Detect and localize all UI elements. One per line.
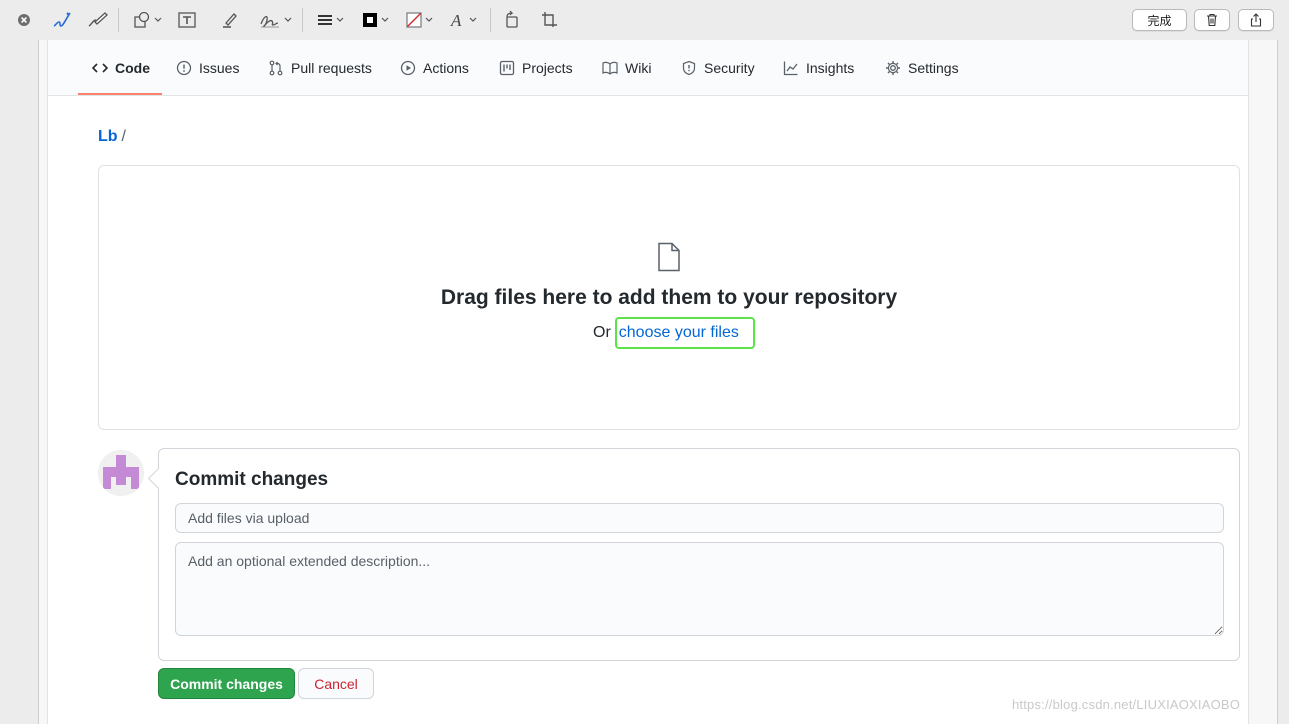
- crop-icon[interactable]: [540, 8, 558, 32]
- done-button[interactable]: 完成: [1132, 9, 1187, 31]
- book-icon: [602, 61, 618, 75]
- or-text: Or: [593, 324, 611, 341]
- selected-tab-indicator: [78, 93, 162, 95]
- highlight-icon[interactable]: [220, 8, 240, 32]
- tab-label: Insights: [806, 60, 855, 76]
- trash-button[interactable]: [1194, 9, 1230, 31]
- tab-label: Wiki: [625, 60, 652, 76]
- code-icon: [92, 63, 108, 73]
- repo-nav: Code Issues Pull requests Actions Projec…: [48, 40, 1248, 96]
- tab-insights[interactable]: Insights: [783, 40, 854, 96]
- sketch-pen-icon[interactable]: [50, 8, 72, 32]
- github-page: Code Issues Pull requests Actions Projec…: [47, 40, 1249, 724]
- tab-label: Code: [115, 60, 150, 76]
- share-button[interactable]: [1238, 9, 1274, 31]
- svg-text:A: A: [450, 11, 462, 30]
- line-style-icon[interactable]: [316, 8, 344, 32]
- avatar[interactable]: [98, 450, 144, 496]
- chevron-down-icon: [469, 17, 477, 22]
- watermark: https://blog.csdn.net/LIUXIAOXIAOBO: [1012, 697, 1241, 712]
- tab-issues[interactable]: Issues: [176, 40, 239, 96]
- cancel-button[interactable]: Cancel: [298, 668, 374, 699]
- commit-form: Commit changes: [158, 448, 1240, 661]
- tab-label: Settings: [908, 60, 959, 76]
- tab-wiki[interactable]: Wiki: [602, 40, 651, 96]
- chevron-down-icon: [284, 17, 292, 22]
- commit-title: Commit changes: [175, 469, 329, 490]
- issue-icon: [176, 60, 192, 76]
- shield-icon: [682, 60, 696, 76]
- tab-settings[interactable]: Settings: [885, 40, 959, 96]
- dropzone-title: Drag files here to add them to your repo…: [440, 286, 898, 309]
- commit-summary-input[interactable]: [175, 503, 1224, 533]
- draw-icon[interactable]: [86, 8, 110, 32]
- breadcrumb: Lb /: [98, 128, 126, 146]
- share-icon: [1250, 13, 1262, 27]
- file-icon: [658, 242, 680, 272]
- text-style-icon[interactable]: A: [449, 8, 477, 32]
- breadcrumb-separator: /: [121, 128, 126, 145]
- tab-pull-requests[interactable]: Pull requests: [268, 40, 372, 96]
- commit-changes-button[interactable]: Commit changes: [158, 668, 295, 699]
- upload-dropzone[interactable]: Drag files here to add them to your repo…: [98, 165, 1240, 430]
- dropzone-subtitle: Or choose your files: [593, 316, 755, 350]
- chevron-down-icon: [381, 17, 389, 22]
- tab-label: Actions: [423, 60, 469, 76]
- shapes-icon[interactable]: [132, 8, 162, 32]
- trash-icon: [1207, 13, 1217, 27]
- project-icon: [499, 60, 515, 76]
- markup-toolbar: A 完成: [0, 0, 1289, 40]
- fill-color-icon[interactable]: [405, 8, 433, 32]
- pull-request-icon: [269, 60, 283, 76]
- chevron-down-icon: [154, 17, 162, 22]
- tab-label: Projects: [522, 60, 573, 76]
- identicon-avatar: [98, 450, 144, 496]
- tab-security[interactable]: Security: [681, 40, 755, 96]
- text-box-icon[interactable]: [177, 8, 197, 32]
- signature-icon[interactable]: [258, 8, 292, 32]
- graph-icon: [783, 61, 798, 76]
- commit-description-input[interactable]: [175, 542, 1224, 636]
- choose-files-link[interactable]: choose your files: [614, 317, 755, 349]
- border-color-icon[interactable]: [361, 8, 389, 32]
- tab-label: Pull requests: [291, 60, 372, 76]
- tab-actions[interactable]: Actions: [400, 40, 469, 96]
- tab-label: Issues: [199, 60, 240, 76]
- chevron-down-icon: [336, 17, 344, 22]
- play-icon: [400, 60, 416, 76]
- tab-label: Security: [704, 60, 755, 76]
- gear-icon: [886, 61, 900, 75]
- close-icon[interactable]: [16, 8, 32, 32]
- rotate-icon[interactable]: [503, 8, 521, 32]
- tab-code[interactable]: Code: [92, 40, 150, 96]
- repo-link[interactable]: Lb: [98, 128, 118, 145]
- chevron-down-icon: [425, 17, 433, 22]
- tab-projects[interactable]: Projects: [499, 40, 573, 96]
